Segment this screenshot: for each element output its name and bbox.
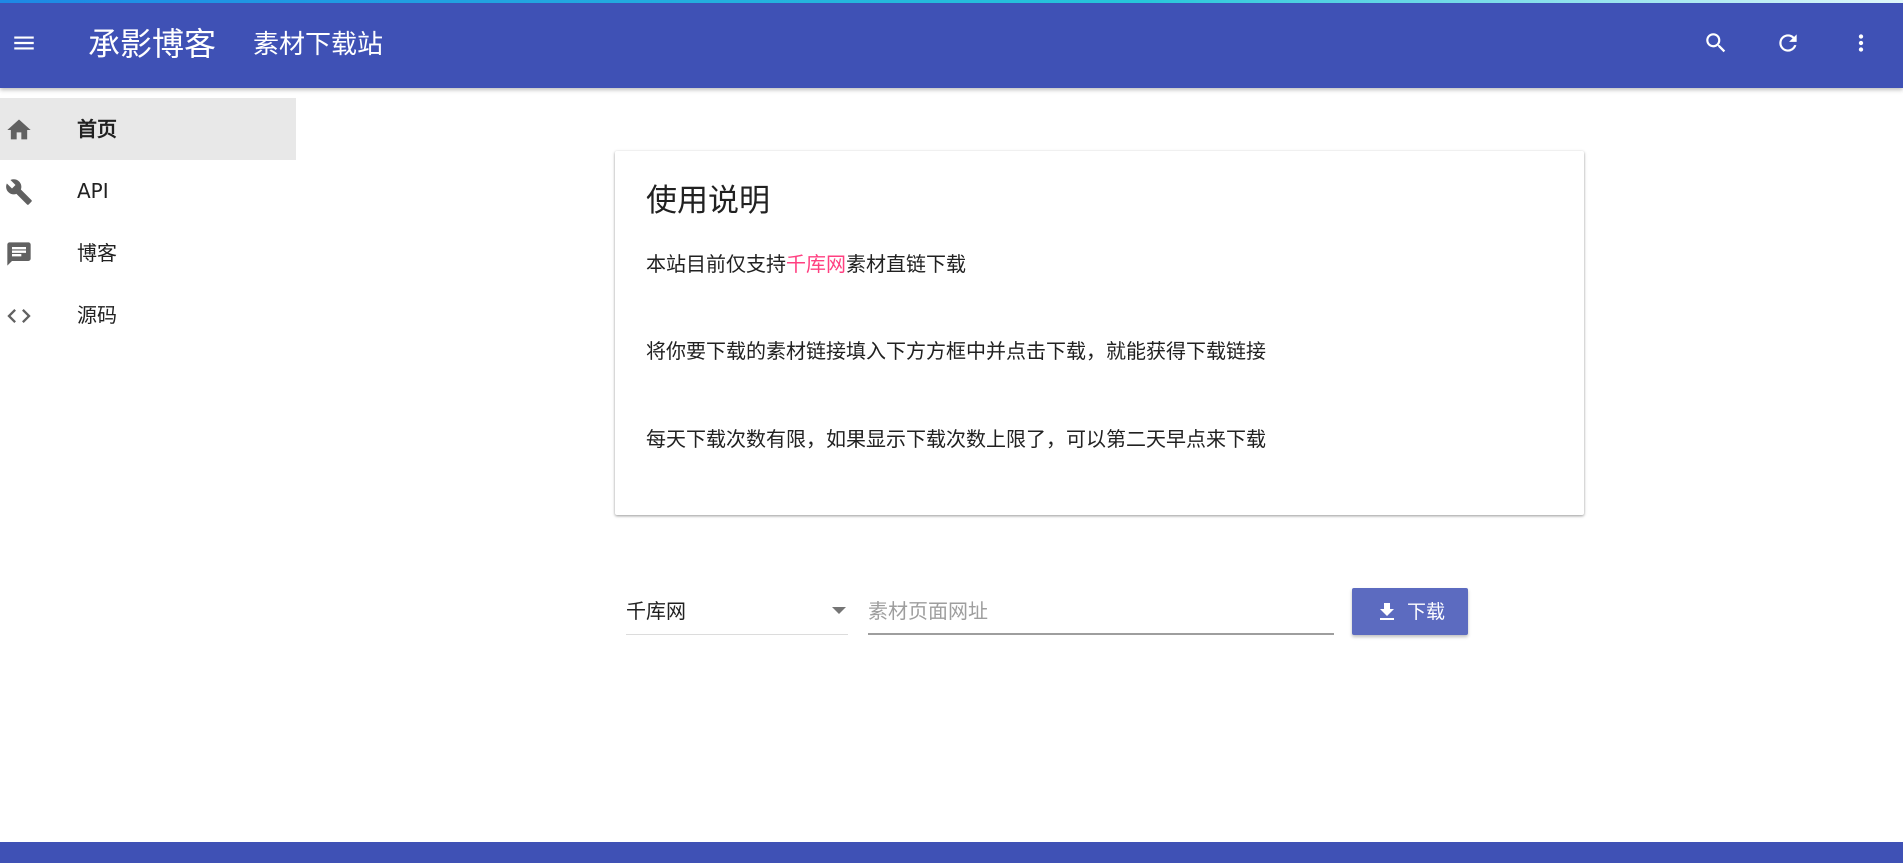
support-note-suffix: 素材直链下载 — [846, 252, 966, 276]
sidebar-item-label: API — [77, 179, 109, 203]
dropdown-arrow-icon — [832, 607, 846, 614]
support-note: 本站目前仅支持千库网素材直链下载 — [646, 250, 966, 278]
site-select[interactable]: 千库网 — [626, 585, 848, 635]
limit-note: 每天下载次数有限，如果显示下载次数上限了，可以第二天早点来下载 — [646, 427, 1266, 451]
code-icon — [4, 301, 34, 331]
menu-icon — [11, 30, 37, 60]
site-select-value: 千库网 — [626, 599, 686, 623]
loading-progress-bar — [0, 0, 1903, 3]
download-button[interactable]: 下载 — [1352, 588, 1468, 635]
material-url-input[interactable] — [868, 585, 1334, 635]
more-options-button[interactable] — [1837, 21, 1885, 69]
app-subtitle: 素材下载站 — [253, 30, 384, 60]
download-icon — [1375, 600, 1399, 624]
refresh-button[interactable] — [1764, 21, 1812, 69]
card-title: 使用说明 — [646, 183, 770, 219]
sidebar-item-home[interactable]: 首页 — [0, 98, 296, 160]
search-icon — [1703, 30, 1729, 60]
sidebar-item-blog[interactable]: 博客 — [0, 222, 296, 284]
menu-button[interactable] — [0, 21, 48, 69]
qianku-link[interactable]: 千库网 — [786, 252, 846, 276]
wrench-icon — [4, 177, 34, 207]
refresh-icon — [1775, 30, 1801, 60]
download-button-label: 下载 — [1406, 600, 1445, 623]
sidebar-item-label: 博客 — [77, 241, 117, 265]
search-button[interactable] — [1692, 21, 1740, 69]
instructions-card: 使用说明 本站目前仅支持千库网素材直链下载 将你要下载的素材链接填入下方方框中并… — [615, 151, 1584, 515]
sidebar-nav: 首页 API 博客 源码 — [0, 98, 296, 346]
sidebar-item-api[interactable]: API — [0, 160, 296, 222]
app-title[interactable]: 承影博客 — [88, 24, 216, 64]
sidebar-item-source[interactable]: 源码 — [0, 284, 296, 346]
sidebar-item-label: 首页 — [77, 117, 117, 141]
sidebar-item-label: 源码 — [77, 303, 117, 327]
home-icon — [4, 115, 34, 145]
comment-icon — [4, 239, 34, 269]
app-bar: 承影博客 素材下载站 — [0, 0, 1903, 88]
support-note-prefix: 本站目前仅支持 — [646, 252, 786, 276]
more-vert-icon — [1848, 30, 1874, 60]
footer-bar — [0, 842, 1903, 863]
usage-note: 将你要下载的素材链接填入下方方框中并点击下载，就能获得下载链接 — [646, 339, 1266, 363]
